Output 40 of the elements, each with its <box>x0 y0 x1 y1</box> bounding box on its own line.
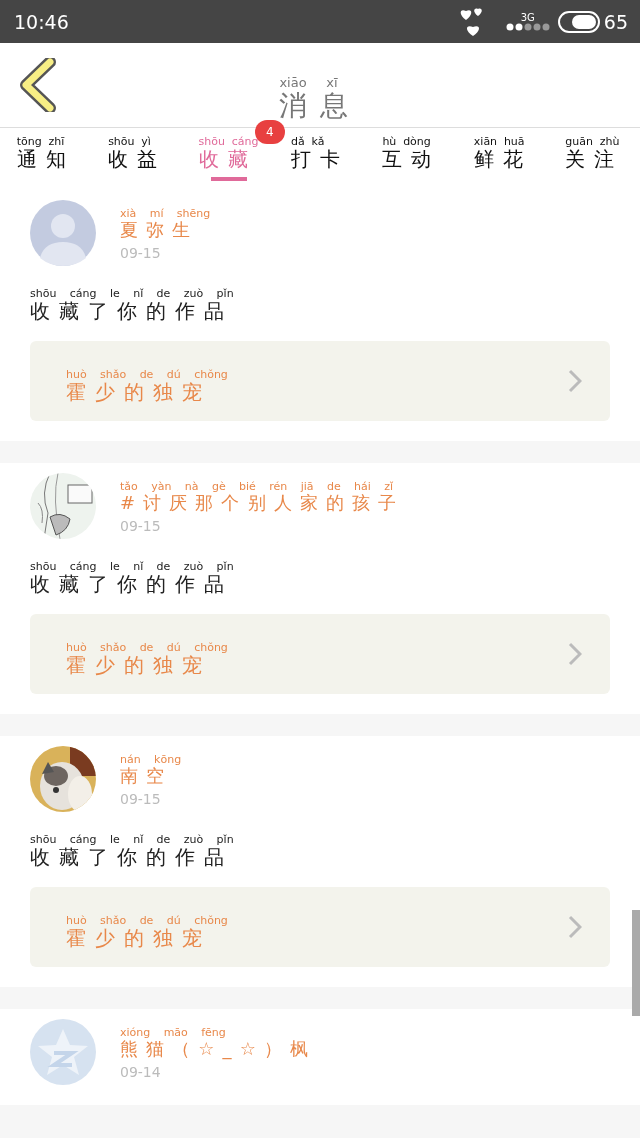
avatar-icon <box>30 1019 96 1086</box>
network-label: 3G <box>520 12 535 23</box>
back-icon[interactable] <box>20 58 56 112</box>
message-text: 收藏了你的作品 <box>30 300 233 324</box>
page-title: 消息 <box>279 90 361 123</box>
avatar-icon <box>30 200 96 266</box>
pinyin-text: shōu cáng le nǐ de zuò pǐn <box>30 834 234 847</box>
pinyin-text: xióng māo fēng <box>120 1027 226 1040</box>
user-name[interactable]: #讨厌那个别人家的孩子 <box>120 493 405 514</box>
chevron-icon <box>568 642 582 667</box>
signal-icon <box>505 23 550 31</box>
user-name[interactable]: 南空 <box>120 766 173 787</box>
pinyin-text: tǎo yàn nà gè bié rén jiā de hái zǐ <box>120 481 394 494</box>
pinyin-text: xià mí shēng <box>120 208 211 221</box>
pinyin-text: shōu cáng le nǐ de zuò pǐn <box>30 288 234 301</box>
battery-level: 65 <box>603 10 628 33</box>
pinyin-text: xiāo xī <box>279 76 338 91</box>
battery-icon <box>557 10 600 33</box>
message-date: 09-15 <box>120 244 162 261</box>
work-link[interactable]: huò shǎo de dú chǒng 霍少的独宠 <box>30 887 610 968</box>
scrollbar[interactable] <box>632 910 640 1016</box>
tab[interactable]: hù dòng 互动 <box>365 128 458 190</box>
work-link[interactable]: huò shǎo de dú chǒng 霍少的独宠 <box>30 341 610 422</box>
chevron-icon <box>568 369 582 394</box>
pinyin-text: shōu cáng le nǐ de zuò pǐn <box>30 561 234 574</box>
pinyin-text: nán kōng <box>120 754 182 767</box>
tab[interactable]: shōu yì 收益 <box>91 128 183 190</box>
tab[interactable]: guān zhù 关注 <box>548 128 640 190</box>
user-name[interactable]: 熊猫（☆_☆）枫 <box>120 1039 317 1061</box>
message-text: 收藏了你的作品 <box>30 573 233 597</box>
status-time: 10:46 <box>14 10 69 33</box>
user-name[interactable]: 夏弥生 <box>120 220 199 241</box>
message-text: 收藏了你的作品 <box>30 846 233 870</box>
message-date: 09-15 <box>120 517 162 534</box>
work-link[interactable]: huò shǎo de dú chǒng 霍少的独宠 <box>30 614 610 695</box>
message-date: 09-15 <box>120 790 162 807</box>
message-date: 09-14 <box>120 1064 162 1081</box>
tab[interactable]: xiān huā 鲜花 <box>457 128 549 190</box>
tab[interactable]: tōng zhī 通知 <box>0 128 92 190</box>
chevron-icon <box>568 915 582 940</box>
